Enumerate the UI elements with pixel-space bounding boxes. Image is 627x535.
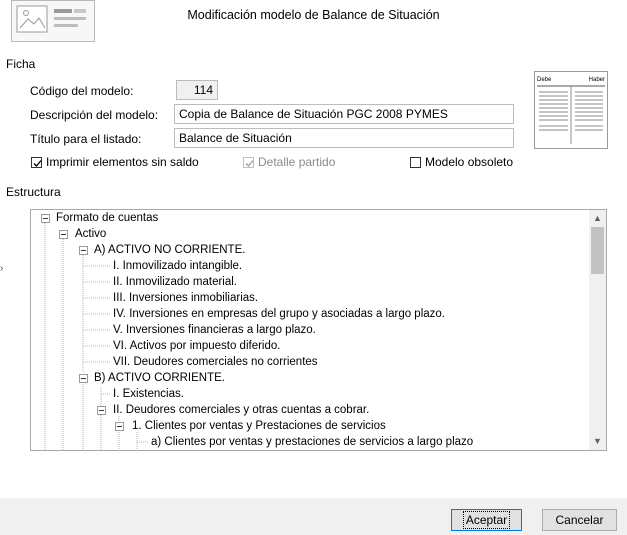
tree-node[interactable]: VII. Deudores comerciales no corrientes — [113, 354, 318, 370]
tree-node[interactable]: IV. Inversiones en empresas del grupo y … — [113, 306, 445, 322]
imprimir-label: Imprimir elementos sin saldo — [46, 155, 199, 169]
collapse-icon[interactable] — [59, 230, 68, 239]
accept-button[interactable]: Aceptar — [451, 509, 522, 531]
tree-node[interactable]: II. Inmovilizado material. — [113, 274, 237, 290]
tree-node[interactable]: I. Existencias. — [113, 386, 184, 402]
titulo-label: Título para el listado: — [30, 132, 142, 146]
estructura-section-label: Estructura — [6, 185, 61, 199]
scroll-thumb[interactable] — [591, 227, 604, 274]
imprimir-checkbox[interactable]: Imprimir elementos sin saldo — [31, 155, 199, 169]
descripcion-field[interactable]: Copia de Balance de Situación PGC 2008 P… — [174, 104, 514, 124]
tree-scrollbar[interactable]: ▲ ▼ — [589, 210, 606, 450]
obsoleto-checkbox[interactable]: Modelo obsoleto — [410, 155, 513, 169]
tree-node[interactable]: 1. Clientes por ventas y Prestaciones de… — [132, 418, 386, 434]
collapse-icon[interactable] — [41, 214, 50, 223]
preview-lines-icon — [537, 85, 605, 144]
tree-node[interactable]: a) Clientes por ventas y prestaciones de… — [151, 434, 473, 450]
window-title: Modificación modelo de Balance de Situac… — [187, 8, 440, 22]
collapse-icon[interactable] — [79, 246, 88, 255]
tree-node[interactable]: Formato de cuentas — [56, 210, 158, 226]
codigo-label: Código del modelo: — [30, 84, 134, 98]
checkbox-checked-icon — [243, 156, 254, 168]
obsoleto-label: Modelo obsoleto — [425, 155, 514, 169]
codigo-field: 114 — [176, 80, 218, 100]
collapse-icon[interactable] — [97, 406, 106, 415]
scroll-down-icon[interactable]: ▼ — [589, 433, 606, 450]
tree-node[interactable]: B) ACTIVO CORRIENTE. — [94, 370, 225, 386]
checkbox-unchecked-icon — [410, 156, 421, 168]
checkbox-checked-icon — [31, 156, 42, 168]
detalle-label: Detalle partido — [258, 155, 336, 169]
tree-node[interactable]: I. Inmovilizado intangible. — [113, 258, 242, 274]
collapse-icon[interactable] — [115, 422, 124, 431]
row-pointer-icon: › — [0, 263, 4, 274]
estructura-tree[interactable]: Formato de cuentas Activo A) ACTIVO NO C… — [30, 209, 607, 451]
cancel-button[interactable]: Cancelar — [542, 509, 617, 531]
descripcion-label: Descripción del modelo: — [30, 108, 159, 122]
titulo-field[interactable]: Balance de Situación — [174, 128, 514, 148]
tree-node[interactable]: Activo — [75, 226, 106, 242]
tree-node[interactable]: II. Deudores comerciales y otras cuentas… — [113, 402, 369, 418]
ficha-section-label: Ficha — [6, 57, 36, 71]
tree-node[interactable]: A) ACTIVO NO CORRIENTE. — [94, 242, 245, 258]
detalle-checkbox: Detalle partido — [243, 155, 335, 169]
balance-preview-thumbnail: Debe Haber — [534, 71, 608, 149]
tree-node[interactable]: VI. Activos por impuesto diferido. — [113, 338, 280, 354]
collapse-icon[interactable] — [79, 374, 88, 383]
accept-label: Aceptar — [462, 511, 511, 529]
scroll-up-icon[interactable]: ▲ — [589, 210, 606, 227]
dialog-footer: Aceptar Cancelar — [0, 498, 627, 535]
tree-node[interactable]: V. Inversiones financieras a largo plazo… — [113, 322, 316, 338]
tree-node[interactable]: III. Inversiones inmobiliarias. — [113, 290, 258, 306]
